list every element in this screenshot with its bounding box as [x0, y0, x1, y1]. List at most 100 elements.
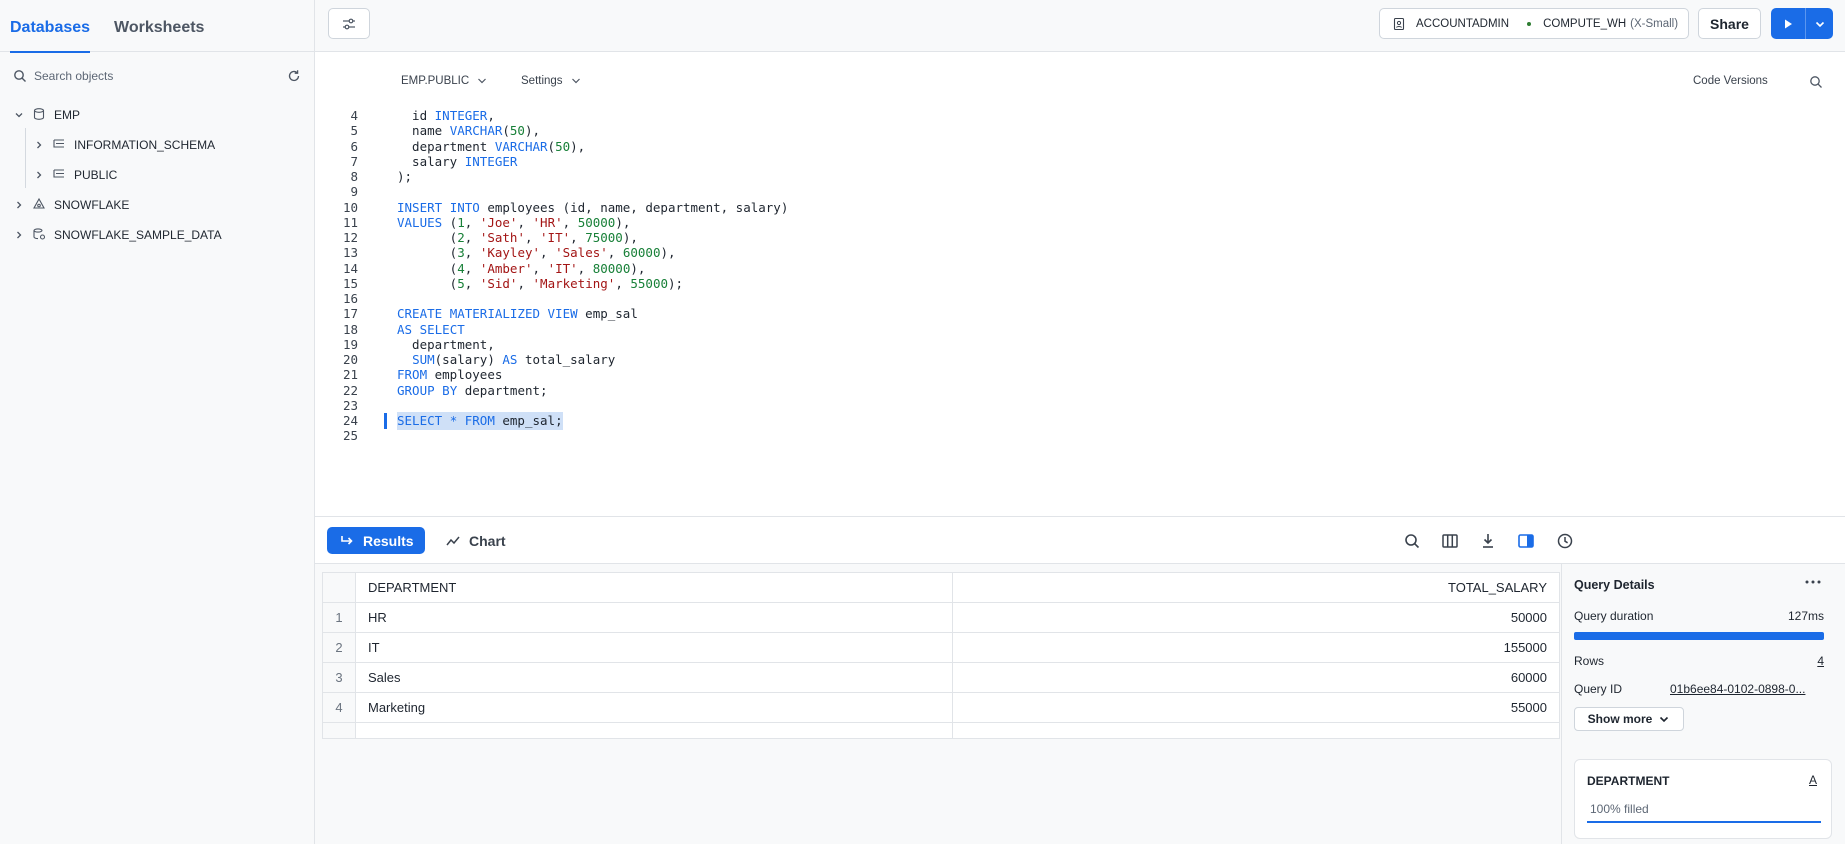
tree-item-label: PUBLIC — [74, 168, 118, 182]
column-name: DEPARTMENT — [1587, 774, 1670, 788]
columns-icon[interactable] — [1440, 531, 1460, 551]
role-name: ACCOUNTADMIN — [1416, 17, 1510, 30]
tree-item-emp[interactable]: EMP — [0, 100, 314, 130]
rows-value-link[interactable]: 4 — [1817, 654, 1824, 668]
cell-department[interactable]: HR — [355, 602, 953, 633]
database-icon — [32, 107, 48, 123]
line-chart-icon — [446, 536, 460, 545]
tab-worksheets[interactable]: Worksheets — [114, 0, 204, 52]
settings-label: Settings — [521, 75, 563, 87]
cell-total-salary[interactable]: 55000 — [952, 692, 1560, 723]
tree-item-public[interactable]: PUBLIC — [0, 160, 314, 190]
tree-item-label: SNOWFLAKE — [54, 198, 130, 212]
schema-icon — [52, 137, 68, 153]
query-duration-row: Query duration 127ms — [1574, 609, 1824, 623]
query-duration-label: Query duration — [1574, 609, 1654, 623]
role-icon — [1393, 17, 1405, 30]
results-toolbar: Results Chart — [315, 518, 1845, 564]
search-results-icon[interactable] — [1402, 531, 1422, 551]
cell-total-salary[interactable]: 60000 — [952, 662, 1560, 693]
query-id-label: Query ID — [1574, 682, 1623, 696]
details-panel-toggle-icon[interactable] — [1516, 531, 1536, 551]
object-search — [0, 52, 314, 100]
sql-code-editor[interactable]: 4 id INTEGER, 5 name VARCHAR(50), 6 depart… — [315, 108, 1845, 517]
download-icon[interactable] — [1478, 531, 1498, 551]
cell-department[interactable]: Sales — [355, 662, 953, 693]
rows-label: Rows — [1574, 654, 1605, 668]
play-icon[interactable] — [1771, 8, 1806, 39]
tree-item-information-schema[interactable]: INFORMATION_SCHEMA — [0, 130, 314, 160]
column-header-total-salary[interactable]: TOTAL_SALARY — [952, 572, 1560, 603]
empty-cell — [952, 722, 1560, 739]
table-row[interactable]: 4 Marketing 55000 — [322, 692, 1560, 723]
warehouse-name: COMPUTE_WH — [1543, 17, 1627, 30]
history-clock-icon[interactable] — [1555, 531, 1575, 551]
settings-dropdown[interactable]: Settings — [521, 75, 581, 87]
chevron-right-icon[interactable] — [32, 138, 46, 152]
chevron-right-icon[interactable] — [12, 198, 26, 212]
query-id-row: Query ID 01b6ee84-0102-0898-0... — [1574, 682, 1824, 696]
warehouse-status-dot — [1527, 21, 1532, 26]
run-button[interactable] — [1771, 8, 1833, 39]
results-tab-button[interactable]: Results — [327, 527, 425, 554]
tab-databases[interactable]: Databases — [10, 0, 91, 53]
row-index: 3 — [322, 662, 356, 693]
cell-department[interactable]: IT — [355, 632, 953, 663]
chart-tab-button[interactable]: Chart — [445, 527, 506, 554]
shared-database-icon — [32, 227, 48, 243]
chart-label: Chart — [469, 532, 506, 549]
query-id-link[interactable]: 01b6ee84-0102-0898-0... — [1670, 682, 1824, 696]
show-more-button[interactable]: Show more — [1574, 707, 1684, 731]
context-label: EMP.PUBLIC — [401, 75, 470, 87]
run-options-chevron-icon[interactable] — [1806, 8, 1833, 39]
empty-cell — [355, 722, 953, 739]
chevron-right-icon[interactable] — [12, 228, 26, 242]
code-line[interactable]: 25 — [315, 427, 1845, 445]
table-row[interactable]: 1 HR 50000 — [322, 602, 1560, 633]
filled-bar — [1587, 821, 1821, 823]
show-more-label: Show more — [1587, 712, 1653, 726]
share-button[interactable]: Share — [1698, 8, 1761, 39]
worksheet-topbar: ACCOUNTADMIN COMPUTE_WH (X-Small) Share — [315, 0, 1845, 52]
tree-item-label: EMP — [54, 108, 81, 122]
table-row[interactable]: 2 IT 155000 — [322, 632, 1560, 663]
sidebar-tabs: Databases Worksheets — [0, 0, 314, 53]
column-stats-card[interactable]: DEPARTMENT A 100% filled — [1574, 759, 1832, 839]
filter-button[interactable] — [328, 8, 370, 39]
row-index: 4 — [322, 692, 356, 723]
sliders-icon — [343, 18, 355, 29]
search-icon[interactable] — [1808, 74, 1824, 90]
row-index — [322, 722, 356, 739]
editor-toolbar: EMP.PUBLIC Settings Code Versions — [315, 52, 1845, 112]
text-type-icon: A — [1808, 773, 1817, 787]
tree-item-snowflake-sample-data[interactable]: SNOWFLAKE_SAMPLE_DATA — [0, 220, 314, 250]
cell-total-salary[interactable]: 155000 — [952, 632, 1560, 663]
row-index-header — [322, 572, 356, 603]
search-objects-input[interactable] — [34, 69, 286, 83]
query-details-title: Query Details — [1574, 578, 1655, 592]
query-duration-bar — [1574, 632, 1824, 640]
more-options-icon[interactable] — [1803, 574, 1823, 590]
refresh-icon[interactable] — [286, 68, 302, 84]
schema-icon — [52, 167, 68, 183]
table-empty-row — [322, 722, 1560, 739]
object-tree: EMP INFORMATION_SCHEMA PUBLIC SNOWFLAKE … — [0, 100, 314, 250]
role-warehouse-selector[interactable]: ACCOUNTADMIN COMPUTE_WH (X-Small) — [1379, 8, 1689, 39]
results-label: Results — [363, 532, 414, 549]
cell-department[interactable]: Marketing — [355, 692, 953, 723]
query-duration-value: 127ms — [1787, 609, 1824, 623]
table-row[interactable]: 3 Sales 60000 — [322, 662, 1560, 693]
results-table: DEPARTMENT TOTAL_SALARY 1 HR 50000 2 IT … — [322, 572, 1560, 739]
tree-item-snowflake[interactable]: SNOWFLAKE — [0, 190, 314, 220]
code-versions-button[interactable]: Code Versions — [1693, 75, 1768, 87]
warehouse-size: (X-Small) — [1630, 17, 1679, 30]
object-explorer-sidebar: Databases Worksheets EMP INFORMATION_SCH… — [0, 0, 315, 844]
row-index: 2 — [322, 632, 356, 663]
filled-percentage: 100% filled — [1590, 802, 1649, 816]
column-header-department[interactable]: DEPARTMENT — [355, 572, 953, 603]
chevron-right-icon[interactable] — [32, 168, 46, 182]
chevron-down-icon[interactable] — [12, 108, 26, 122]
context-selector[interactable]: EMP.PUBLIC — [401, 75, 487, 87]
cell-total-salary[interactable]: 50000 — [952, 602, 1560, 633]
tree-item-label: INFORMATION_SCHEMA — [74, 138, 216, 152]
